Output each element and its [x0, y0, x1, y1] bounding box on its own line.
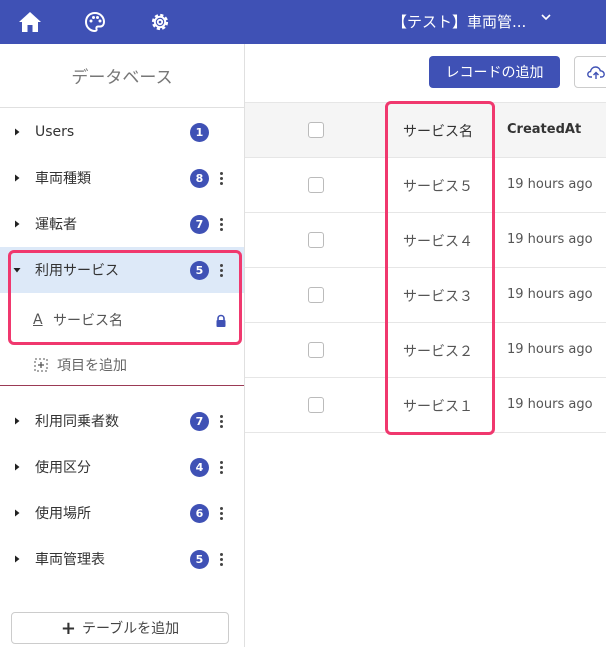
caret-right-icon[interactable]: [12, 127, 22, 137]
table-header: サービス名 CreatedAt: [245, 102, 606, 158]
count-badge: 7: [190, 214, 209, 234]
table-row[interactable]: サービス１ 19 hours ago: [245, 378, 606, 433]
count-badge: 5: [190, 260, 209, 280]
table-row[interactable]: サービス３ 19 hours ago: [245, 268, 606, 323]
field-item-service-name[interactable]: A サービス名: [0, 296, 244, 344]
plus-icon: +: [60, 617, 76, 639]
cell-created-at: 19 hours ago: [507, 177, 593, 192]
sidebar-item-label: 車両種類: [35, 171, 91, 187]
count-badge: 4: [190, 457, 209, 477]
add-record-button[interactable]: レコードの追加: [429, 56, 560, 88]
count-badge: 5: [190, 549, 209, 569]
main-content: レコードの追加 サービス名 CreatedAt サービス５ 19 hours a…: [245, 44, 606, 647]
table-row[interactable]: サービス５ 19 hours ago: [245, 158, 606, 213]
add-field-label: 項目を追加: [57, 357, 127, 374]
sidebar-title: データベース: [0, 44, 244, 108]
more-vert-icon[interactable]: [214, 412, 228, 430]
sidebar-item-vehicle-log[interactable]: 車両管理表 5: [0, 536, 244, 582]
cell-service-name: サービス３: [403, 289, 473, 305]
cell-service-name: サービス４: [403, 234, 473, 250]
more-vert-icon[interactable]: [214, 458, 228, 476]
sidebar: データベース Users 1 車両種類 8 運転者 7 利用サービス 5 A サ…: [0, 44, 245, 647]
caret-right-icon[interactable]: [12, 508, 22, 518]
cell-service-name: サービス５: [403, 179, 473, 195]
cell-service-name: サービス２: [403, 344, 473, 360]
caret-down-icon[interactable]: [12, 265, 22, 275]
table-row[interactable]: サービス２ 19 hours ago: [245, 323, 606, 378]
sidebar-item-usage-category[interactable]: 使用区分 4: [0, 444, 244, 490]
count-badge: 1: [190, 122, 209, 142]
sidebar-item-label: 使用区分: [35, 460, 91, 476]
sidebar-item-label: 運転者: [35, 217, 77, 233]
table-row[interactable]: サービス４ 19 hours ago: [245, 213, 606, 268]
column-header-service-name[interactable]: サービス名: [403, 121, 473, 141]
row-checkbox[interactable]: [308, 287, 324, 303]
add-table-label: テーブルを追加: [81, 621, 180, 637]
column-header-created-at[interactable]: CreatedAt: [507, 122, 581, 137]
more-vert-icon[interactable]: [214, 261, 228, 279]
sidebar-item-users[interactable]: Users 1: [0, 109, 244, 155]
sidebar-item-label: 使用場所: [35, 506, 91, 522]
cell-created-at: 19 hours ago: [507, 397, 593, 412]
select-all-checkbox[interactable]: [308, 122, 324, 138]
add-field-icon: [34, 358, 48, 371]
caret-right-icon[interactable]: [12, 462, 22, 472]
row-checkbox[interactable]: [308, 397, 324, 413]
cell-service-name: サービス１: [403, 399, 473, 415]
chevron-down-icon[interactable]: [538, 9, 554, 25]
field-label: サービス名: [53, 313, 123, 329]
top-app-bar: 【テスト】車両管...: [0, 0, 606, 44]
cell-created-at: 19 hours ago: [507, 287, 593, 302]
more-vert-icon[interactable]: [214, 169, 228, 187]
cell-created-at: 19 hours ago: [507, 342, 593, 357]
add-table-button[interactable]: + テーブルを追加: [11, 612, 229, 644]
palette-icon[interactable]: [82, 9, 108, 35]
row-checkbox[interactable]: [308, 232, 324, 248]
row-checkbox[interactable]: [308, 342, 324, 358]
sidebar-item-usage-location[interactable]: 使用場所 6: [0, 490, 244, 536]
home-icon[interactable]: [17, 9, 43, 35]
add-field-button[interactable]: 項目を追加: [0, 344, 244, 386]
more-vert-icon[interactable]: [214, 215, 228, 233]
text-type-icon: A: [33, 312, 43, 328]
count-badge: 6: [190, 503, 209, 523]
sidebar-item-label: 利用同乗者数: [35, 414, 119, 430]
caret-right-icon[interactable]: [12, 416, 22, 426]
cell-created-at: 19 hours ago: [507, 232, 593, 247]
more-vert-icon[interactable]: [214, 504, 228, 522]
sidebar-item-services[interactable]: 利用サービス 5: [0, 247, 244, 293]
count-badge: 8: [190, 168, 209, 188]
lock-icon: [216, 314, 226, 327]
sidebar-item-label: 利用サービス: [35, 263, 119, 279]
sidebar-item-vehicle-types[interactable]: 車両種類 8: [0, 155, 244, 201]
cloud-upload-icon: [587, 66, 605, 79]
sidebar-item-drivers[interactable]: 運転者 7: [0, 201, 244, 247]
sidebar-item-label: Users: [35, 124, 75, 140]
caret-right-icon[interactable]: [12, 219, 22, 229]
caret-right-icon[interactable]: [12, 173, 22, 183]
row-checkbox[interactable]: [308, 177, 324, 193]
sidebar-item-passengers[interactable]: 利用同乗者数 7: [0, 398, 244, 444]
sidebar-item-label: 車両管理表: [35, 552, 105, 568]
gear-icon[interactable]: [147, 9, 173, 35]
count-badge: 7: [190, 411, 209, 431]
app-title[interactable]: 【テスト】車両管...: [392, 11, 526, 32]
caret-right-icon[interactable]: [12, 554, 22, 564]
upload-button[interactable]: [574, 56, 606, 88]
more-vert-icon[interactable]: [214, 550, 228, 568]
